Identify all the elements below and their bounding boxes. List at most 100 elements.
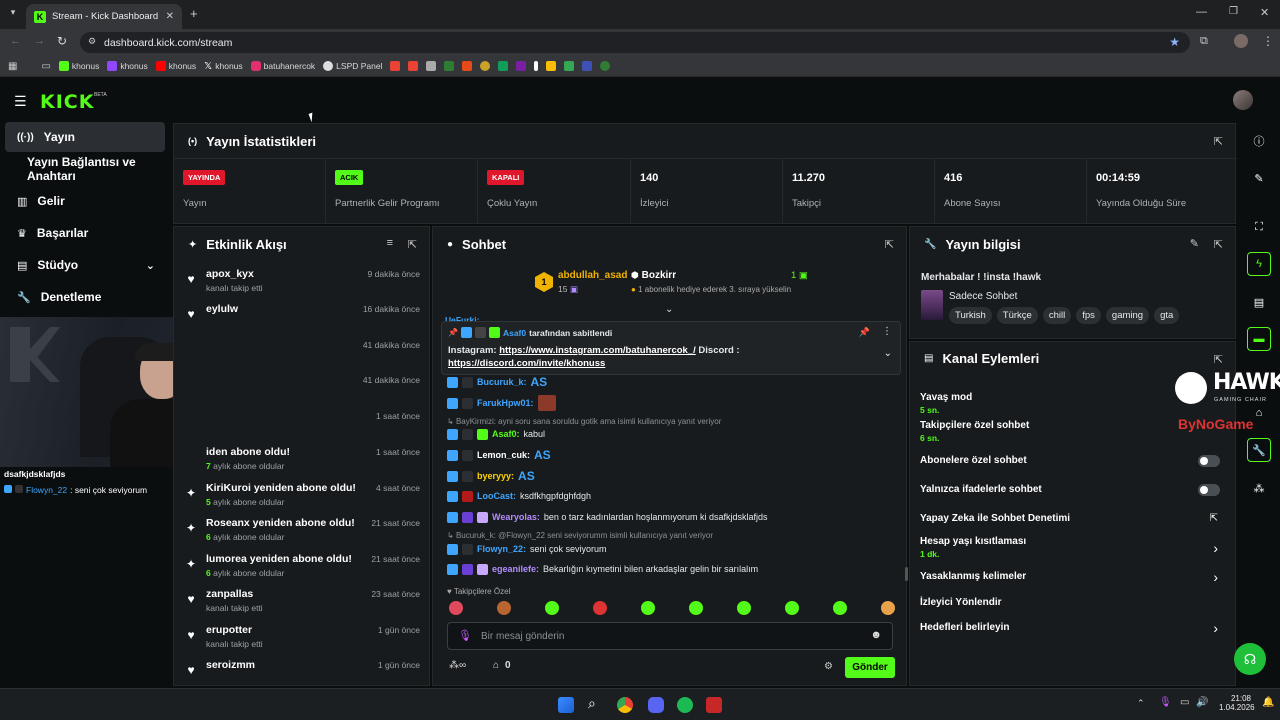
app-bookmark-icon[interactable]	[444, 61, 455, 71]
store-button[interactable]: ⌂ 0	[493, 660, 511, 671]
tag[interactable]: Turkish	[949, 307, 992, 324]
app-bookmark-icon[interactable]	[516, 61, 527, 71]
popout-icon[interactable]: ⇱	[885, 238, 894, 251]
browser-tab[interactable]: K Stream - Kick Dashboard ✕	[26, 4, 182, 29]
mic-tray-icon[interactable]: 🎙	[1159, 697, 1172, 708]
send-button[interactable]: Gönder	[845, 657, 895, 678]
points-icon[interactable]: ⁂	[1247, 476, 1271, 500]
chat-user[interactable]: Wearyolas:	[492, 512, 540, 522]
url-field[interactable]: ⚙ dashboard.kick.com/stream ★	[80, 32, 1190, 53]
filter-icon[interactable]: ≡	[387, 237, 393, 249]
chevron-right-icon[interactable]: ›	[1213, 540, 1218, 556]
activity-item[interactable]: 41 dakika önce	[184, 339, 420, 373]
chat-scrollbar[interactable]	[905, 567, 908, 581]
chat-message[interactable]: FarukHpw01:	[447, 394, 887, 412]
emote-button[interactable]	[737, 601, 751, 615]
chat-user[interactable]: FarukHpw01:	[477, 398, 534, 408]
collapse-icon[interactable]: ⌄	[884, 348, 892, 359]
discord-icon[interactable]	[648, 697, 664, 713]
chevron-right-icon[interactable]: ›	[1213, 620, 1218, 636]
gmail-bookmark-icon[interactable]	[390, 61, 401, 71]
emote-button[interactable]	[785, 601, 799, 615]
unpin-icon[interactable]: 📌	[859, 327, 870, 338]
network-icon[interactable]: ▭	[1180, 697, 1189, 708]
bookmark-item[interactable]: khonus	[58, 61, 99, 71]
volume-icon[interactable]: 🔊	[1196, 697, 1208, 708]
bookmark-item[interactable]: khonus	[107, 61, 148, 71]
bookmark-item[interactable]: khonus	[155, 61, 196, 71]
new-tab-icon[interactable]: +	[190, 6, 198, 21]
activity-item[interactable]: iden abone oldu! 7 aylık abone oldular 1 s…	[184, 446, 420, 480]
chat-settings-icon[interactable]: ⚙	[824, 661, 833, 672]
channel-action-item[interactable]: Yapay Zeka ile Sohbet Denetimi ⇱	[920, 513, 1226, 537]
app-bookmark-icon[interactable]	[534, 61, 539, 71]
pen-icon[interactable]: ✎	[1247, 166, 1271, 190]
chrome-icon[interactable]	[617, 697, 633, 713]
channel-action-item[interactable]: Yalnızca ifadelerle sohbet	[920, 484, 1226, 508]
app-bookmark-icon[interactable]	[600, 61, 611, 71]
microphone-icon[interactable]: 🎙	[458, 629, 472, 642]
emoji-icon[interactable]: ☻	[870, 629, 882, 641]
chat-user[interactable]: LooCast:	[477, 491, 516, 501]
info-icon[interactable]: ⓘ	[1247, 129, 1271, 153]
emote-button[interactable]	[641, 601, 655, 615]
kick-logo[interactable]: KICK	[40, 91, 94, 113]
chat-user[interactable]: Lemon_cuk:	[477, 450, 530, 460]
store-icon[interactable]: ⌂	[1247, 401, 1271, 425]
popout-icon[interactable]: ⇱	[1214, 135, 1223, 148]
notification-icon[interactable]: 🔔	[1262, 697, 1274, 708]
site-info-icon[interactable]: ⚙	[88, 36, 96, 47]
discord-link[interactable]: https://discord.com/invite/khonuss	[448, 358, 605, 369]
chat-user[interactable]: Flowyn_22:	[477, 544, 526, 554]
close-window-icon[interactable]: ✕	[1260, 6, 1269, 19]
tag[interactable]: gaming	[1105, 307, 1150, 324]
chat-message[interactable]: byeryyy: AS	[447, 467, 887, 485]
chat-message[interactable]: LooCast: ksdfkhgpfdghfdgh	[447, 487, 887, 505]
emote-button[interactable]	[833, 601, 847, 615]
user-avatar[interactable]	[1233, 90, 1253, 110]
toggle-switch[interactable]	[1198, 484, 1220, 496]
tag[interactable]: fps	[1076, 307, 1101, 324]
chevron-right-icon[interactable]: ›	[1213, 569, 1218, 585]
bookmark-item[interactable]: LSPD Panel	[323, 61, 382, 71]
sidebar-item-achievements[interactable]: ♛ Başarılar	[5, 218, 165, 248]
app-bookmark-icon[interactable]	[480, 61, 491, 71]
chat-user[interactable]: Bucuruk_k:	[477, 377, 527, 387]
popout-icon[interactable]: ⇱	[1214, 238, 1223, 251]
wrench-icon[interactable]: 🔧	[1247, 438, 1271, 462]
tray-chevron-icon[interactable]: ⌃	[1137, 698, 1145, 709]
docs-bookmark-icon[interactable]	[426, 61, 437, 71]
tab-list-icon[interactable]: ▾	[6, 7, 20, 21]
search-icon[interactable]: ⌕	[588, 695, 596, 712]
activity-item[interactable]: ♥ apox_kyx kanalı takip etti 9 dakika önce	[184, 268, 420, 302]
edit-icon[interactable]: ✎	[1190, 237, 1199, 250]
chat-input[interactable]: 🎙 Bir mesaj gönderin ☻	[447, 622, 893, 650]
emote-button[interactable]	[689, 601, 703, 615]
expand-pins-icon[interactable]: ⌄	[665, 304, 673, 315]
support-headset-icon[interactable]: ☊	[1234, 643, 1266, 675]
toggle-switch[interactable]	[1198, 455, 1220, 467]
clock[interactable]: 21:08 1.04.2026	[1219, 694, 1255, 712]
chat-user[interactable]: egeanilefe:	[492, 564, 539, 574]
tab-close-icon[interactable]: ✕	[166, 11, 174, 22]
external-link-icon[interactable]: ⇱	[1210, 513, 1218, 524]
apps-icon[interactable]: ▦	[8, 61, 17, 72]
bolt-icon[interactable]: ϟ	[1247, 252, 1271, 276]
chat-message[interactable]: Flowyn_22: seni çok seviyorum	[447, 540, 887, 558]
chat-message[interactable]: Wearyolas: ben o tarz kadınlardan hoşlanm…	[447, 508, 887, 526]
activity-item[interactable]: 1 saat önce	[184, 410, 420, 444]
sidebar-item-revenue[interactable]: ▥ Gelir	[5, 186, 165, 216]
sheets-bookmark-icon[interactable]	[498, 61, 509, 71]
back-icon[interactable]: ←	[10, 35, 21, 47]
browser-menu-icon[interactable]: ⋮	[1262, 34, 1274, 48]
tag[interactable]: gta	[1154, 307, 1180, 324]
bookmark-item[interactable]: 𝕏khonus	[204, 61, 242, 72]
forward-icon[interactable]: →	[34, 35, 45, 47]
reload-icon[interactable]: ↻	[57, 34, 67, 48]
emote-button[interactable]	[881, 601, 895, 615]
clipboard-icon[interactable]: ▤	[1247, 290, 1271, 314]
popout-icon[interactable]: ⇱	[408, 238, 417, 251]
emote-button[interactable]	[497, 601, 511, 615]
folder-icon[interactable]: ▭	[41, 61, 50, 72]
sidebar-item-stream-key[interactable]: Yayın Bağlantısı ve Anahtarı	[5, 154, 165, 184]
